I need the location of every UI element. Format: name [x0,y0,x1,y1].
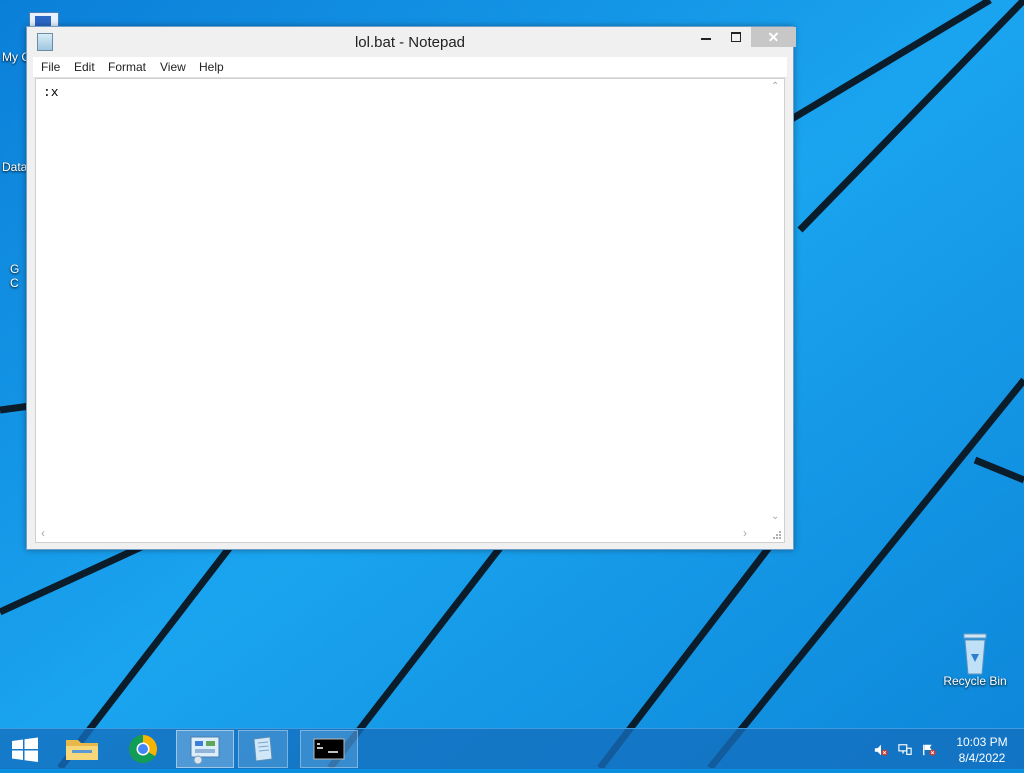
minimize-button[interactable] [691,27,721,47]
text-editor[interactable]: :x ⌃ ⌄ ‹ › [35,78,785,543]
notepad-window[interactable]: lol.bat - Notepad File Edit Format View … [26,26,796,550]
window-title: lol.bat - Notepad [354,34,466,51]
network-icon[interactable] [898,743,912,757]
menu-format[interactable]: Format [108,60,146,74]
notepad-icon [253,736,273,762]
menu-file[interactable]: File [41,60,60,74]
taskbar-chrome[interactable] [118,730,168,768]
vertical-scrollbar[interactable]: ⌃ ⌄ [767,79,784,525]
start-button[interactable] [0,730,50,768]
taskbar-notepad[interactable] [238,730,288,768]
control-panel-icon [190,736,220,765]
scroll-down-icon[interactable]: ⌄ [771,512,779,522]
maximize-button[interactable] [721,27,751,47]
recycle-bin-icon [955,632,995,675]
windows-logo-icon [12,737,38,762]
desktop-icon-recycle-bin[interactable]: Recycle Bin [938,632,1012,688]
desktop-icon-label: Recycle Bin [943,674,1007,688]
scroll-up-icon[interactable]: ⌃ [771,82,779,92]
command-prompt-icon [313,738,345,760]
taskbar-file-explorer[interactable] [58,730,106,768]
scroll-left-icon[interactable]: ‹ [41,527,45,539]
close-button[interactable] [751,27,796,47]
clock-date: 8/4/2022 [958,751,1006,765]
menu-view[interactable]: View [160,60,186,74]
taskbar-command-prompt[interactable] [300,730,358,768]
taskbar-control-panel[interactable] [176,730,234,768]
menu-help[interactable]: Help [199,60,224,74]
editor-content: :x [43,85,59,100]
taskbar-clock[interactable]: 10:03 PM 8/4/2022 [950,734,1014,766]
chrome-icon [129,735,157,763]
taskbar: 10:03 PM 8/4/2022 [0,728,1024,769]
horizontal-scrollbar[interactable]: ‹ › [36,525,767,542]
speaker-muted-icon[interactable] [874,743,888,757]
action-center-icon[interactable] [922,743,936,757]
folder-icon [66,740,98,760]
menu-edit[interactable]: Edit [74,60,95,74]
scroll-right-icon[interactable]: › [743,527,747,539]
clock-time: 10:03 PM [956,735,1008,749]
title-bar[interactable]: lol.bat - Notepad [27,27,796,57]
size-grip-icon[interactable] [767,525,784,542]
menu-bar: File Edit Format View Help [33,57,787,78]
